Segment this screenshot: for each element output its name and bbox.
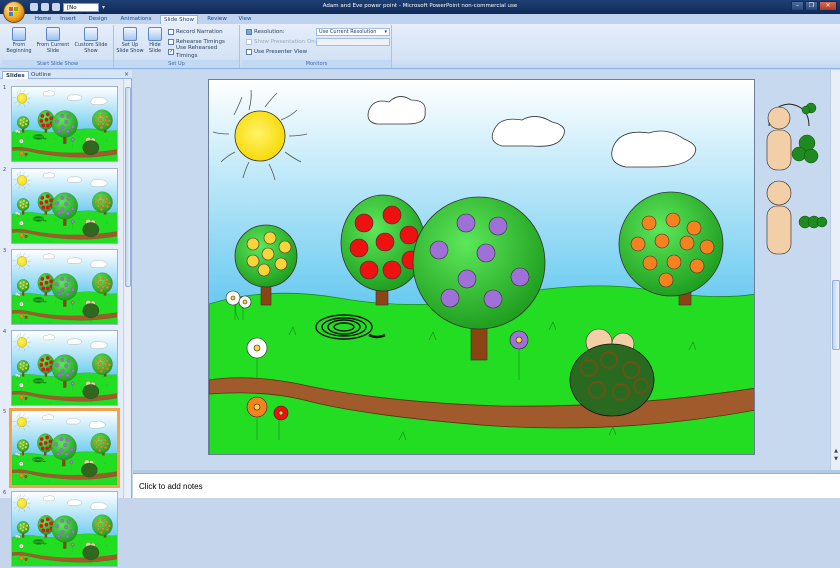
thumbnail-image	[11, 249, 118, 325]
thumbnail-image	[11, 330, 118, 406]
set-up-label: Set Up	[114, 60, 239, 68]
current-slide-canvas[interactable]	[208, 79, 755, 455]
window-controls: – ❐ ✕	[791, 1, 837, 11]
tab-animations[interactable]: Animations	[116, 15, 156, 24]
thumbnail-image-selected	[9, 408, 120, 488]
slide-thumbnail-1[interactable]: 1	[0, 85, 122, 163]
resolution-label: Resolution:	[246, 28, 285, 36]
custom-slide-show-button[interactable]: Custom Slide Show	[74, 27, 108, 54]
record-narration-button[interactable]: Record Narration	[168, 28, 223, 36]
ribbon: From Beginning From Current Slide Custom…	[0, 24, 840, 69]
previous-slide-icon[interactable]: ▲	[832, 448, 840, 454]
tab-home[interactable]: Home	[30, 15, 56, 24]
dropdown-arrow-icon: ▾	[384, 29, 387, 35]
tab-review[interactable]: Review	[203, 15, 231, 24]
from-beginning-button[interactable]: From Beginning	[4, 27, 34, 54]
tab-view[interactable]: View	[234, 15, 256, 24]
checkbox-unchecked-icon	[246, 49, 252, 55]
offslide-figures[interactable]	[759, 98, 829, 268]
window-title: Adam and Eve power point - Microsoft Pow…	[322, 3, 518, 9]
resolution-combo[interactable]: Use Current Resolution ▾	[316, 28, 390, 36]
slide-thumbnail-6[interactable]: 6	[0, 490, 122, 568]
slide-thumbnail-4[interactable]: 4	[0, 329, 122, 407]
slide-thumbnail-3[interactable]: 3	[0, 248, 122, 326]
stopwatch-icon	[168, 39, 174, 45]
scroll-thumb[interactable]	[125, 87, 131, 287]
monitors-group: Resolution: Use Current Resolution ▾ Show…	[242, 25, 392, 68]
monitor-disabled-icon	[246, 39, 252, 45]
tab-insert[interactable]: Insert	[56, 15, 80, 24]
tab-slide-show[interactable]: Slide Show	[160, 15, 198, 24]
hide-slide-icon	[148, 27, 162, 41]
monitor-icon	[246, 29, 252, 35]
microphone-icon	[168, 29, 174, 35]
thumbnail-image	[11, 491, 118, 567]
show-presentation-on-label: Show Presentation On:	[246, 38, 317, 46]
start-slide-show-label: Start Slide Show	[2, 60, 113, 68]
notes-pane[interactable]: Click to add notes	[133, 473, 840, 498]
thumbnail-image	[11, 86, 118, 162]
pane-close-icon[interactable]: ×	[124, 71, 129, 78]
tab-design[interactable]: Design	[84, 15, 112, 24]
set-up-group: Set Up Slide Show Hide Slide Record Narr…	[114, 25, 240, 68]
slide-editor	[133, 70, 830, 470]
setup-show-icon	[123, 27, 137, 41]
editor-scrollbar[interactable]: ▲ ▼	[830, 70, 840, 470]
scroll-thumb[interactable]	[832, 280, 840, 350]
slide-thumbnail-2[interactable]: 2	[0, 167, 122, 245]
custom-show-icon	[84, 27, 98, 41]
slide-thumbnail-5[interactable]: 5	[0, 408, 122, 488]
office-button[interactable]	[3, 1, 25, 23]
checkbox-checked-icon: ✓	[168, 49, 174, 55]
garden-scene-illustration	[209, 80, 754, 454]
tab-slides[interactable]: Slides	[2, 71, 29, 79]
thumbnail-image	[11, 168, 118, 244]
maximize-icon[interactable]: ❐	[805, 1, 818, 11]
title-bar: [No Sound] ▾ Adam and Eve power point - …	[0, 0, 840, 19]
slideshow-start-icon	[12, 27, 26, 41]
hide-slide-button[interactable]: Hide Slide	[146, 27, 164, 54]
set-up-slide-show-button[interactable]: Set Up Slide Show	[116, 27, 144, 54]
close-icon[interactable]: ✕	[819, 1, 837, 11]
tab-outline[interactable]: Outline	[28, 71, 54, 79]
ribbon-tabs: Home Insert Design Animations Slide Show…	[0, 14, 840, 24]
use-rehearsed-timings-checkbox[interactable]: ✓ Use Rehearsed Timings	[168, 45, 239, 59]
slides-pane-tabs: Slides Outline ×	[0, 70, 132, 79]
monitors-label: Monitors	[242, 60, 391, 68]
office-logo-icon	[8, 6, 20, 18]
start-slide-show-group: From Beginning From Current Slide Custom…	[2, 25, 114, 68]
next-slide-icon[interactable]: ▼	[832, 456, 840, 462]
slides-pane-scrollbar[interactable]	[123, 79, 131, 498]
show-on-combo[interactable]	[316, 38, 390, 46]
use-presenter-view-checkbox[interactable]: Use Presenter View	[246, 48, 307, 56]
slideshow-current-icon	[46, 27, 60, 41]
slides-pane: Slides Outline × 1 2 3 4 5 6	[0, 70, 132, 567]
from-current-slide-button[interactable]: From Current Slide	[36, 27, 70, 54]
minimize-icon[interactable]: –	[791, 1, 804, 11]
notes-placeholder[interactable]: Click to add notes	[139, 482, 203, 491]
